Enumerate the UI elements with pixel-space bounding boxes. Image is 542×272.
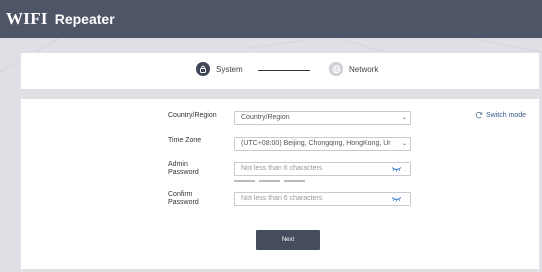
step-label-network: Network (349, 64, 379, 74)
strength-bar (284, 180, 305, 182)
admin-password-input[interactable]: Not less than 6 characters (234, 162, 411, 176)
step-connector (258, 70, 310, 71)
eye-closed-icon[interactable] (391, 165, 402, 173)
step-label-system: System (216, 64, 243, 74)
brand-strong: WIFI (6, 9, 48, 28)
admin-password-placeholder: Not less than 6 characters (241, 165, 323, 172)
refresh-icon (475, 111, 483, 119)
system-form: Country/Region Country/Region ⌄ Switch m… (20, 98, 540, 270)
confirm-password-label: Confirm Password (168, 191, 228, 207)
lock-icon (196, 62, 210, 76)
switch-mode-link[interactable]: Switch mode (475, 111, 526, 119)
brand-rest: Repeater (54, 11, 115, 27)
confirm-password-placeholder: Not less than 6 characters (241, 195, 323, 202)
country-value: Country/Region (241, 114, 290, 121)
chevron-down-icon: ⌄ (401, 115, 407, 121)
admin-password-label: Admin Password (168, 161, 228, 177)
strength-bar (259, 180, 280, 182)
country-select[interactable]: Country/Region ⌄ (234, 111, 411, 125)
brand-logo: WIFI Repeater (6, 9, 115, 29)
next-button[interactable]: Next (256, 230, 320, 250)
admin-password-label-line1: Admin (168, 161, 188, 168)
password-strength-meter (234, 180, 305, 182)
confirm-password-label-line1: Confirm (168, 191, 193, 198)
step-network: Network (329, 62, 378, 76)
strength-bar (234, 180, 255, 182)
country-label: Country/Region (168, 112, 217, 119)
timezone-label: Time Zone (168, 137, 202, 144)
step-system: System (196, 62, 243, 76)
setup-stepper: System Network (20, 52, 540, 90)
confirm-password-label-line2: Password (168, 199, 199, 206)
timezone-value: (UTC+08:00) Beijing, Chongqing, HongKong… (241, 140, 391, 147)
app-header: WIFI Repeater (0, 0, 542, 38)
timezone-select[interactable]: (UTC+08:00) Beijing, Chongqing, HongKong… (234, 137, 411, 151)
confirm-password-input[interactable]: Not less than 6 characters (234, 192, 411, 206)
globe-icon (329, 62, 343, 76)
admin-password-label-line2: Password (168, 169, 199, 176)
chevron-down-icon: ⌄ (401, 141, 407, 147)
switch-mode-label: Switch mode (486, 111, 527, 119)
eye-closed-icon[interactable] (391, 195, 402, 203)
